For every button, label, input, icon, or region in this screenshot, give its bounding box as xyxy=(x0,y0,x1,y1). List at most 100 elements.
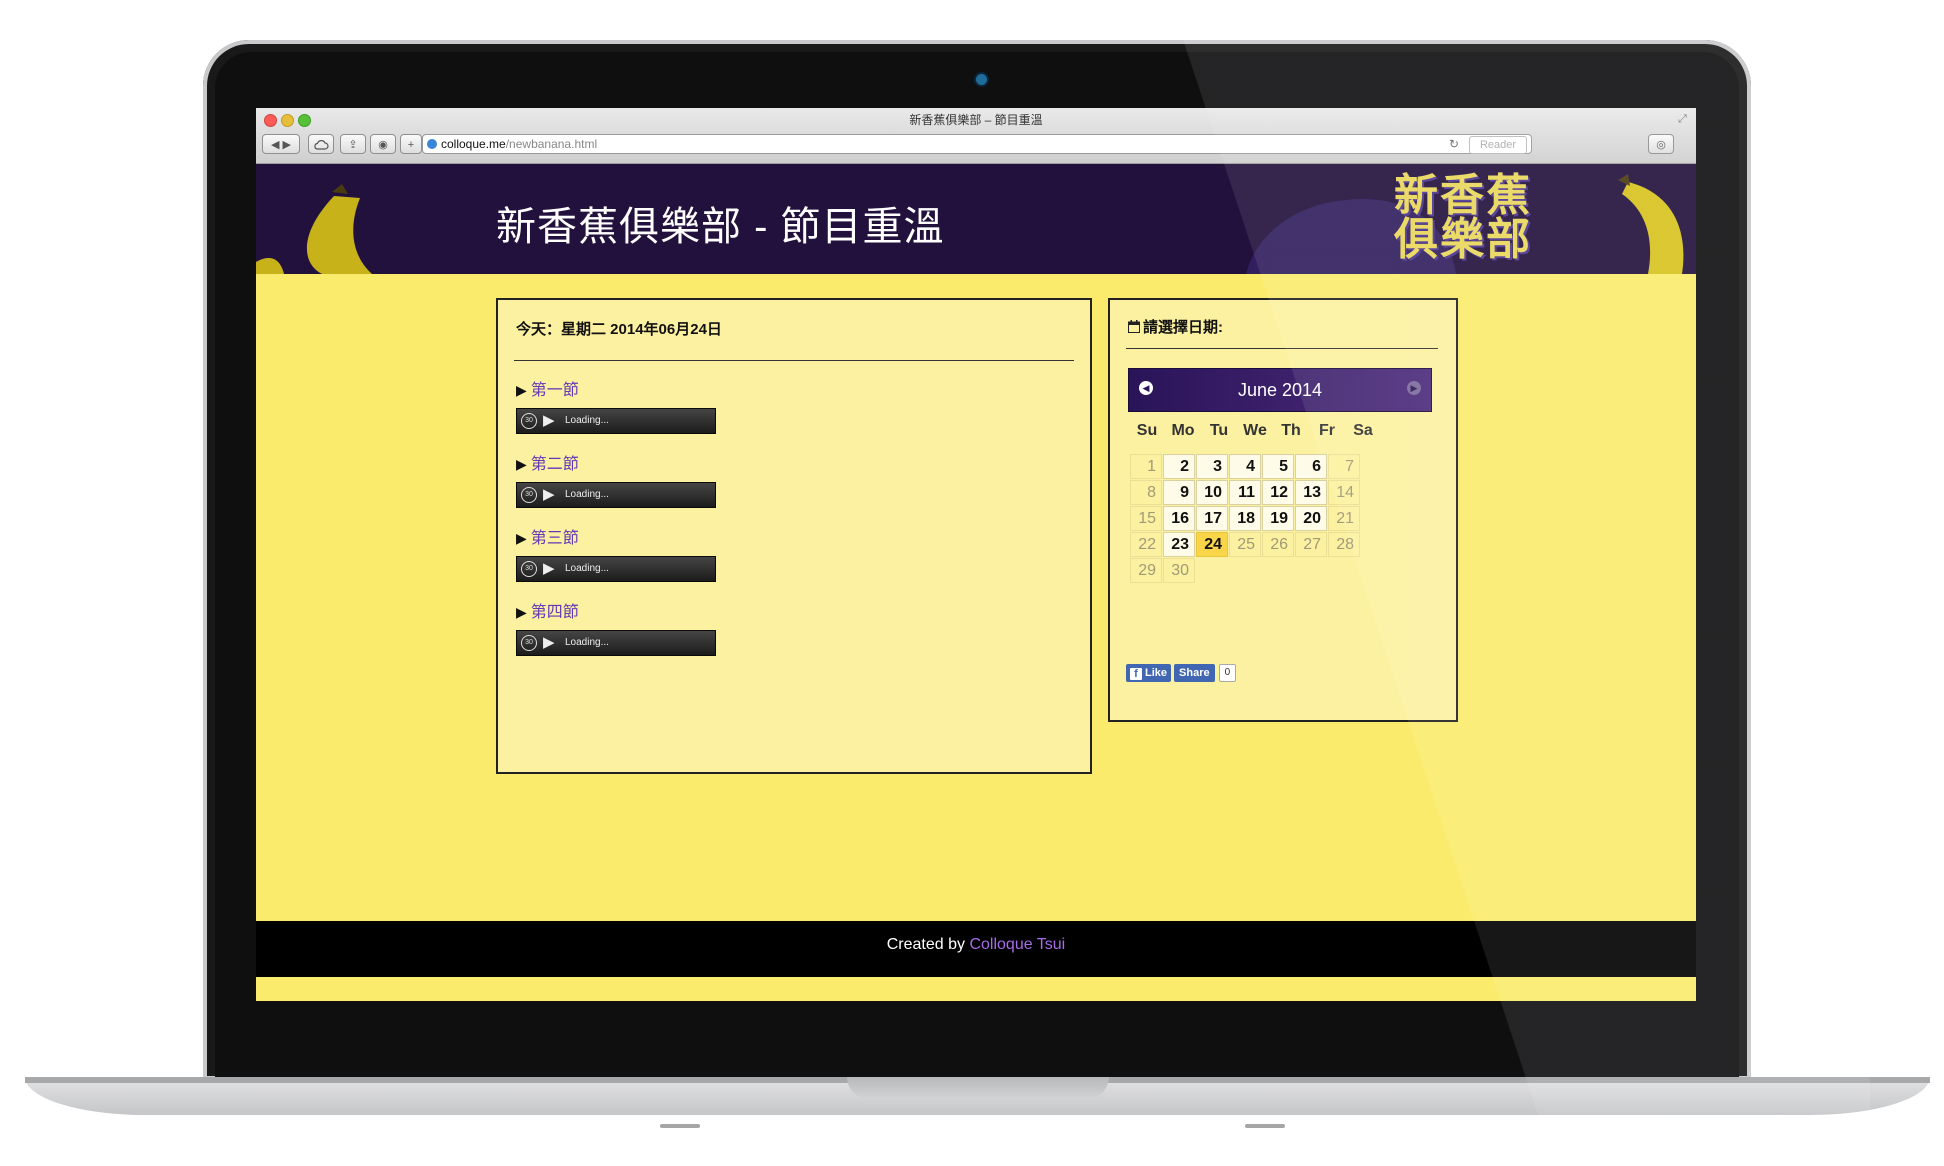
segment-title[interactable]: ▶ 第一節 xyxy=(516,376,579,400)
weekday-label: Sa xyxy=(1353,422,1373,439)
calendar-day[interactable]: 10 xyxy=(1196,480,1228,505)
address-bar[interactable]: colloque.me/newbanana.html ↻ Reader xyxy=(422,134,1532,154)
play-arrow-icon: ▶ xyxy=(516,604,527,620)
extension-button[interactable]: ◉ xyxy=(370,134,396,154)
share-button[interactable]: ⇪ xyxy=(340,134,366,154)
audio-player[interactable]: 30 ▶ Loading... xyxy=(516,556,716,582)
reader-button[interactable]: Reader xyxy=(1469,136,1527,154)
segment-link[interactable]: 第三節 xyxy=(531,530,579,547)
today-label: 今天：星期二 2014年06月24日 xyxy=(516,321,722,338)
audio-player[interactable]: 30 ▶ Loading... xyxy=(516,482,716,508)
calendar-day[interactable]: 13 xyxy=(1295,480,1327,505)
weekday-label: Fr xyxy=(1319,422,1335,439)
new-tab-button[interactable]: + xyxy=(400,134,422,154)
segment-link[interactable]: 第一節 xyxy=(531,382,579,399)
calendar-day: 30 xyxy=(1163,558,1195,583)
back-icon[interactable]: ◀ xyxy=(271,139,279,151)
facebook-icon: f xyxy=(1130,668,1142,680)
minimize-window-button[interactable] xyxy=(281,114,294,127)
calendar-day[interactable]: 12 xyxy=(1262,480,1294,505)
audio-player[interactable]: 30 ▶ Loading... xyxy=(516,630,716,656)
rewind-30-icon[interactable]: 30 xyxy=(521,413,537,429)
program-panel: 今天：星期二 2014年06月24日 ▶ 第一節 30 ▶ Loading... ▶ 第二節… xyxy=(496,298,1092,774)
calendar-day[interactable]: 23 xyxy=(1163,532,1195,557)
footer-credit: Created by Colloque Tsui xyxy=(256,936,1696,954)
audio-player[interactable]: 30 ▶ Loading... xyxy=(516,408,716,434)
date-prompt: 請選擇日期: xyxy=(1128,316,1223,337)
camera-icon xyxy=(974,72,989,87)
rewind-30-icon[interactable]: 30 xyxy=(521,635,537,651)
web-page: 新香蕉俱樂部 新香蕉俱樂部 - 節目重溫 今天：星期二 2014年06月24日 … xyxy=(256,164,1696,1001)
calendar-day-today[interactable]: 24 xyxy=(1196,532,1228,557)
segment-link[interactable]: 第二節 xyxy=(531,456,579,473)
logo-text: 新香蕉俱樂部 xyxy=(1394,171,1532,264)
calendar-day: 25 xyxy=(1229,532,1261,557)
weekday-row: Su Mo Tu We Th Fr Sa xyxy=(1130,422,1434,440)
calendar-day[interactable]: 19 xyxy=(1262,506,1294,531)
play-arrow-icon: ▶ xyxy=(516,456,527,472)
globe-icon xyxy=(427,139,437,149)
calendar-day[interactable]: 2 xyxy=(1163,454,1195,479)
segment-link[interactable]: 第四節 xyxy=(531,604,579,621)
calendar-day[interactable]: 9 xyxy=(1163,480,1195,505)
play-button[interactable]: ▶ xyxy=(543,559,555,577)
author-link[interactable]: Colloque Tsui xyxy=(969,936,1065,953)
play-button[interactable]: ▶ xyxy=(543,633,555,651)
facebook-share-button[interactable]: Share xyxy=(1174,664,1215,682)
url-path: /newbanana.html xyxy=(505,137,598,151)
forward-icon[interactable]: ▶ xyxy=(283,139,291,151)
like-label: Like xyxy=(1145,667,1168,679)
social-buttons: f Like Share 0 xyxy=(1126,664,1237,682)
reload-icon[interactable]: ↻ xyxy=(1449,135,1459,153)
downloads-button[interactable]: ◎ xyxy=(1648,134,1674,154)
weekday-label: Th xyxy=(1281,422,1301,439)
weekday-label: Su xyxy=(1136,422,1158,439)
calendar-day[interactable]: 20 xyxy=(1295,506,1327,531)
page-title: 新香蕉俱樂部 - 節目重溫 xyxy=(496,205,945,249)
player-status: Loading... xyxy=(565,637,609,648)
cloud-icon xyxy=(314,140,329,150)
calendar-day[interactable]: 16 xyxy=(1163,506,1195,531)
downloads-icon: ◎ xyxy=(1656,139,1666,151)
rewind-30-icon[interactable]: 30 xyxy=(521,487,537,503)
laptop-foot xyxy=(660,1124,700,1128)
play-arrow-icon: ▶ xyxy=(516,530,527,546)
browser-toolbar: 新香蕉俱樂部 – 節目重溫 ⤢ ◀ ▶ ⇪ ◉ + colloque.me/ne… xyxy=(256,108,1696,164)
ghost-icon: ◉ xyxy=(378,139,388,151)
facebook-like-button[interactable]: f Like xyxy=(1126,664,1172,682)
site-header: 新香蕉俱樂部 新香蕉俱樂部 - 節目重溫 xyxy=(256,164,1696,274)
play-button[interactable]: ▶ xyxy=(543,411,555,429)
fullscreen-icon[interactable]: ⤢ xyxy=(1678,113,1687,126)
calendar-day[interactable]: 3 xyxy=(1196,454,1228,479)
calendar-day: 7 xyxy=(1328,454,1360,479)
next-month-button[interactable]: ▶ xyxy=(1407,381,1421,395)
weekday-label: We xyxy=(1243,422,1267,439)
calendar-day[interactable]: 6 xyxy=(1295,454,1327,479)
laptop-notch xyxy=(847,1077,1109,1099)
calendar-day: 1 xyxy=(1130,454,1162,479)
segment-title[interactable]: ▶ 第二節 xyxy=(516,450,579,474)
calendar-day[interactable]: 4 xyxy=(1229,454,1261,479)
calendar-day[interactable]: 18 xyxy=(1229,506,1261,531)
calendar-day: 15 xyxy=(1130,506,1162,531)
close-window-button[interactable] xyxy=(264,114,277,127)
back-forward-buttons[interactable]: ◀ ▶ xyxy=(262,134,300,154)
weekday-label: Mo xyxy=(1171,422,1195,439)
footer-prefix: Created by xyxy=(886,936,970,953)
calendar-day: 22 xyxy=(1130,532,1162,557)
icloud-tabs-button[interactable] xyxy=(308,134,334,154)
share-count: 0 xyxy=(1218,664,1237,682)
divider xyxy=(1126,348,1438,349)
play-button[interactable]: ▶ xyxy=(543,485,555,503)
calendar-icon xyxy=(1128,320,1140,333)
segment-title[interactable]: ▶ 第四節 xyxy=(516,598,579,622)
url-domain: colloque.me xyxy=(441,137,506,151)
calendar-day[interactable]: 17 xyxy=(1196,506,1228,531)
rewind-30-icon[interactable]: 30 xyxy=(521,561,537,577)
play-arrow-icon: ▶ xyxy=(516,382,527,398)
zoom-window-button[interactable] xyxy=(298,114,311,127)
calendar-day[interactable]: 5 xyxy=(1262,454,1294,479)
segment-title[interactable]: ▶ 第三節 xyxy=(516,524,579,548)
calendar-day[interactable]: 11 xyxy=(1229,480,1261,505)
calendar-day: 8 xyxy=(1130,480,1162,505)
